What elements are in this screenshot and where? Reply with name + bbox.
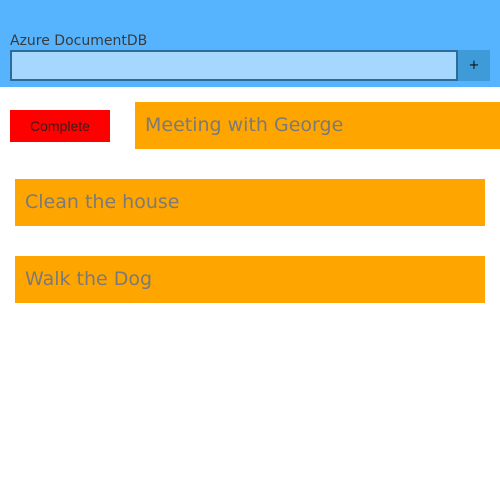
todo-item[interactable]: Meeting with George (135, 102, 500, 149)
app-title: Azure DocumentDB (10, 33, 148, 49)
todo-item[interactable]: Walk the Dog (15, 256, 485, 303)
app-header: Azure DocumentDB + (0, 0, 500, 87)
todo-item[interactable]: Clean the house (15, 179, 485, 226)
new-item-input[interactable] (10, 50, 458, 81)
complete-button[interactable]: Complete (10, 110, 110, 142)
add-button[interactable]: + (458, 50, 490, 81)
